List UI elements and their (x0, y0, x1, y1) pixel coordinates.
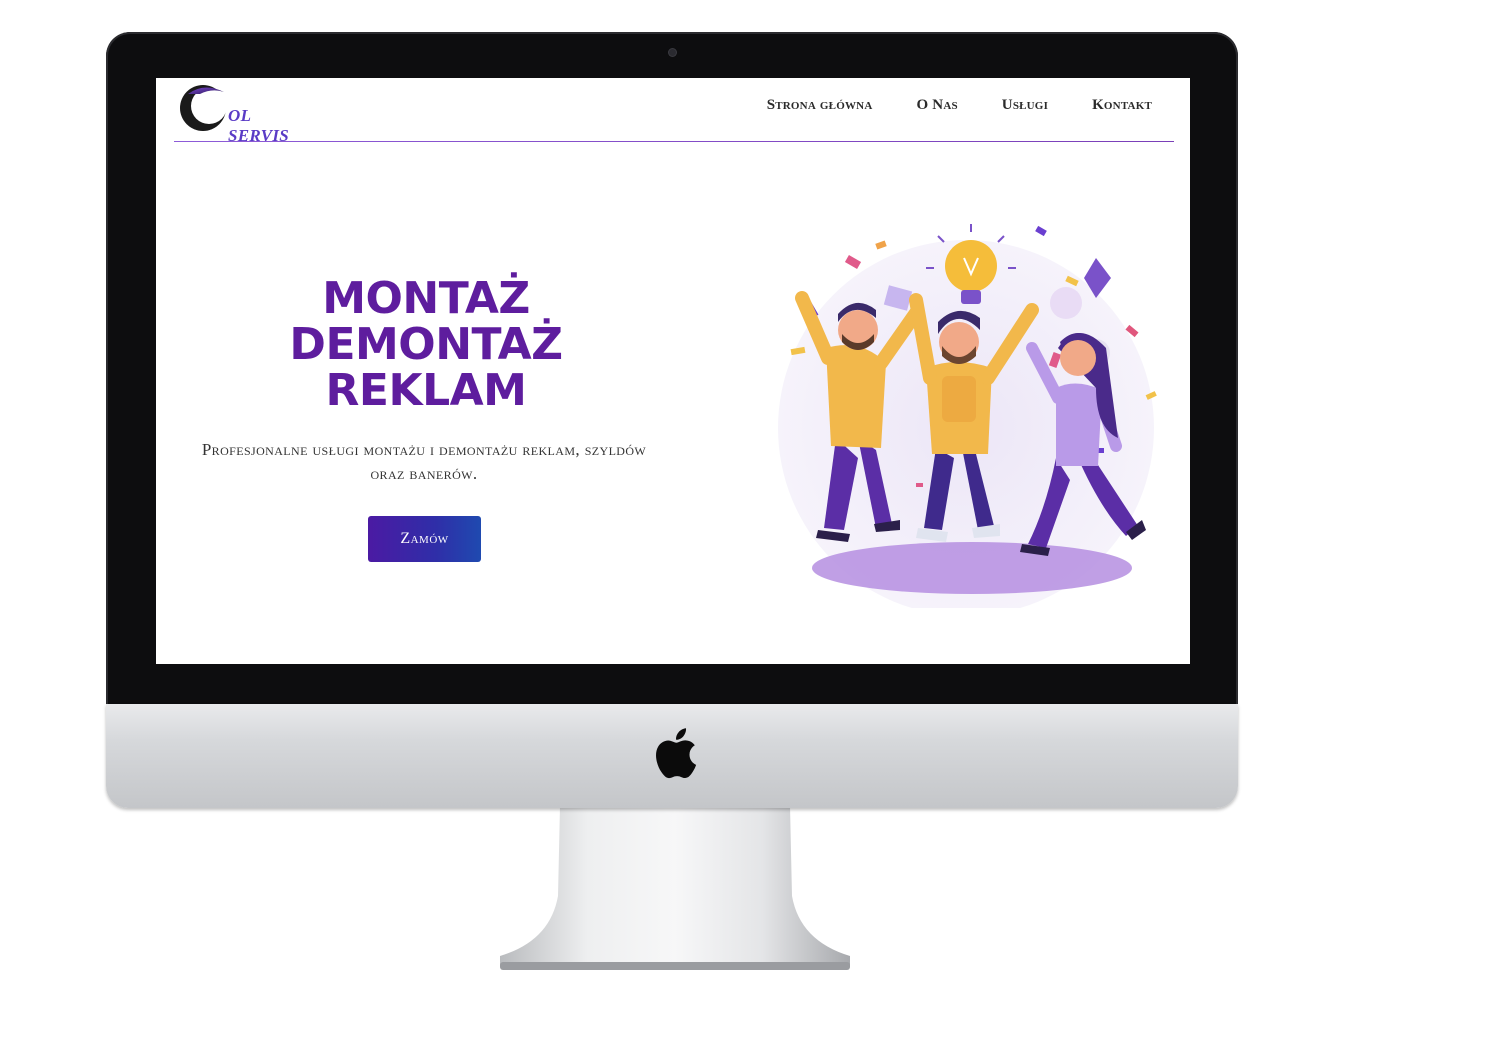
nav-link-about[interactable]: O Nas (916, 97, 957, 114)
site-header: OL SERVIS Strona główna O Nas Usługi Kon… (156, 78, 1190, 145)
website-screen: OL SERVIS Strona główna O Nas Usługi Kon… (156, 78, 1190, 664)
hero-title-line-3: REKLAM (325, 365, 527, 416)
camera-icon (669, 49, 676, 56)
imac-mockup: OL SERVIS Strona główna O Nas Usługi Kon… (0, 0, 1500, 1050)
hero-title-line-1: MONTAŻ (322, 273, 530, 324)
hero-title: MONTAŻ DEMONTAŻ REKLAM (266, 276, 586, 414)
site-logo[interactable]: OL SERVIS (178, 82, 308, 145)
nav-link-contact[interactable]: Kontakt (1092, 97, 1152, 114)
apple-icon (656, 728, 697, 779)
order-button[interactable]: Zamów (368, 516, 481, 562)
hero-subtitle: Profesjonalne usługi montażu i demontażu… (201, 440, 647, 483)
celebrating-team-illustration (778, 224, 1157, 608)
main-nav: Strona główna O Nas Usługi Kontakt (767, 97, 1152, 114)
hero-title-line-2: DEMONTAŻ (289, 319, 563, 370)
nav-link-home[interactable]: Strona główna (767, 97, 873, 114)
header-divider (174, 141, 1174, 142)
crescent-logo-icon (180, 85, 227, 131)
imac-stand (500, 806, 850, 970)
nav-link-services[interactable]: Usługi (1002, 97, 1048, 114)
logo-text: OL SERVIS (228, 106, 290, 145)
